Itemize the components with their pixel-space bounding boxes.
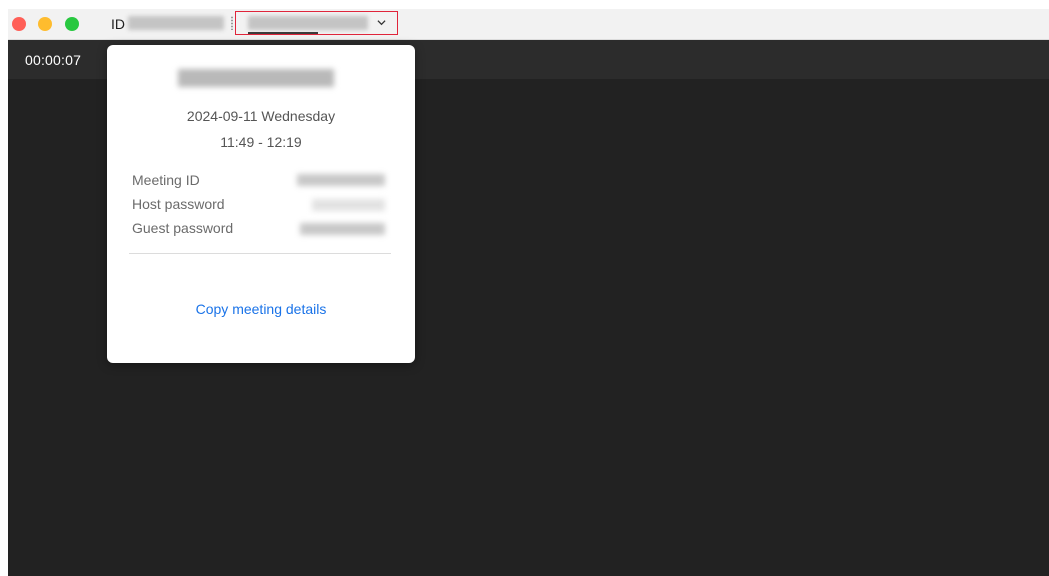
title-bar: ID (8, 9, 1049, 40)
maximize-window-button[interactable] (65, 17, 79, 31)
meeting-time-range: 11:49 - 12:19 (220, 134, 302, 150)
meeting-id-field-label: Meeting ID (132, 172, 200, 188)
meeting-id-label: ID (111, 16, 125, 32)
meeting-topic-selector[interactable] (235, 11, 398, 35)
chevron-down-icon (377, 20, 386, 26)
meeting-window: ID 00:00:07 2024-09-11 Wednesday 11:49 -… (8, 9, 1049, 576)
meeting-topic-redacted (248, 16, 368, 30)
meeting-date: 2024-09-11 Wednesday (186, 108, 336, 124)
minimize-window-button[interactable] (38, 17, 52, 31)
meeting-details-popover: 2024-09-11 Wednesday 11:49 - 12:19 Meeti… (107, 45, 415, 363)
guest-password-field-label: Guest password (132, 220, 234, 236)
popover-divider (129, 253, 391, 254)
meeting-timer: 00:00:07 (25, 52, 82, 68)
close-window-button[interactable] (12, 17, 26, 31)
separator-icon (231, 16, 233, 30)
guest-password-field-value-redacted (300, 223, 385, 235)
host-password-field-label: Host password (132, 196, 225, 212)
meeting-id-value-redacted (128, 16, 224, 30)
meeting-topic-title-redacted (178, 69, 334, 87)
host-password-field-value-redacted (312, 199, 385, 211)
meeting-id-field-value-redacted (297, 174, 385, 186)
copy-meeting-details-link[interactable]: Copy meeting details (107, 301, 415, 317)
topic-underline (248, 32, 318, 34)
